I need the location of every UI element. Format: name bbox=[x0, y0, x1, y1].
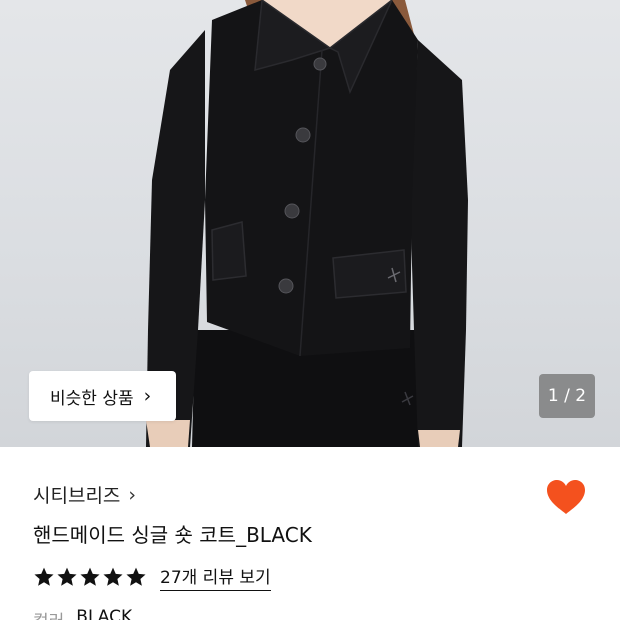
star-icon bbox=[80, 567, 100, 586]
chevron-right-icon: › bbox=[143, 384, 152, 407]
product-info: 시티브리즈 › 핸드메이드 싱글 숏 코트_BLACK 27개 리뷰 보기 컬러… bbox=[0, 447, 620, 620]
rating-row: 27개 리뷰 보기 bbox=[33, 563, 271, 591]
star-icon bbox=[57, 567, 77, 586]
image-counter: 1 / 2 bbox=[539, 374, 595, 418]
brand-link[interactable]: 시티브리즈 › bbox=[33, 481, 136, 508]
star-icon bbox=[103, 567, 123, 586]
star-icon bbox=[126, 567, 146, 586]
option-label: 컬러 bbox=[33, 607, 64, 620]
heart-icon[interactable] bbox=[546, 479, 586, 515]
rating-stars bbox=[33, 566, 147, 588]
review-link[interactable]: 27개 리뷰 보기 bbox=[160, 563, 271, 591]
option-row: 컬러 BLACK bbox=[33, 607, 132, 620]
star-icon bbox=[34, 567, 54, 586]
chevron-right-icon: › bbox=[128, 483, 137, 506]
product-title: 핸드메이드 싱글 숏 코트_BLACK bbox=[33, 523, 312, 547]
similar-products-button[interactable]: 비슷한 상품 › bbox=[29, 371, 176, 421]
option-value: BLACK bbox=[76, 607, 133, 620]
brand-name: 시티브리즈 bbox=[33, 485, 121, 507]
similar-products-label: 비슷한 상품 bbox=[50, 388, 134, 409]
product-image-gallery[interactable]: 비슷한 상품 › 1 / 2 bbox=[0, 0, 620, 447]
